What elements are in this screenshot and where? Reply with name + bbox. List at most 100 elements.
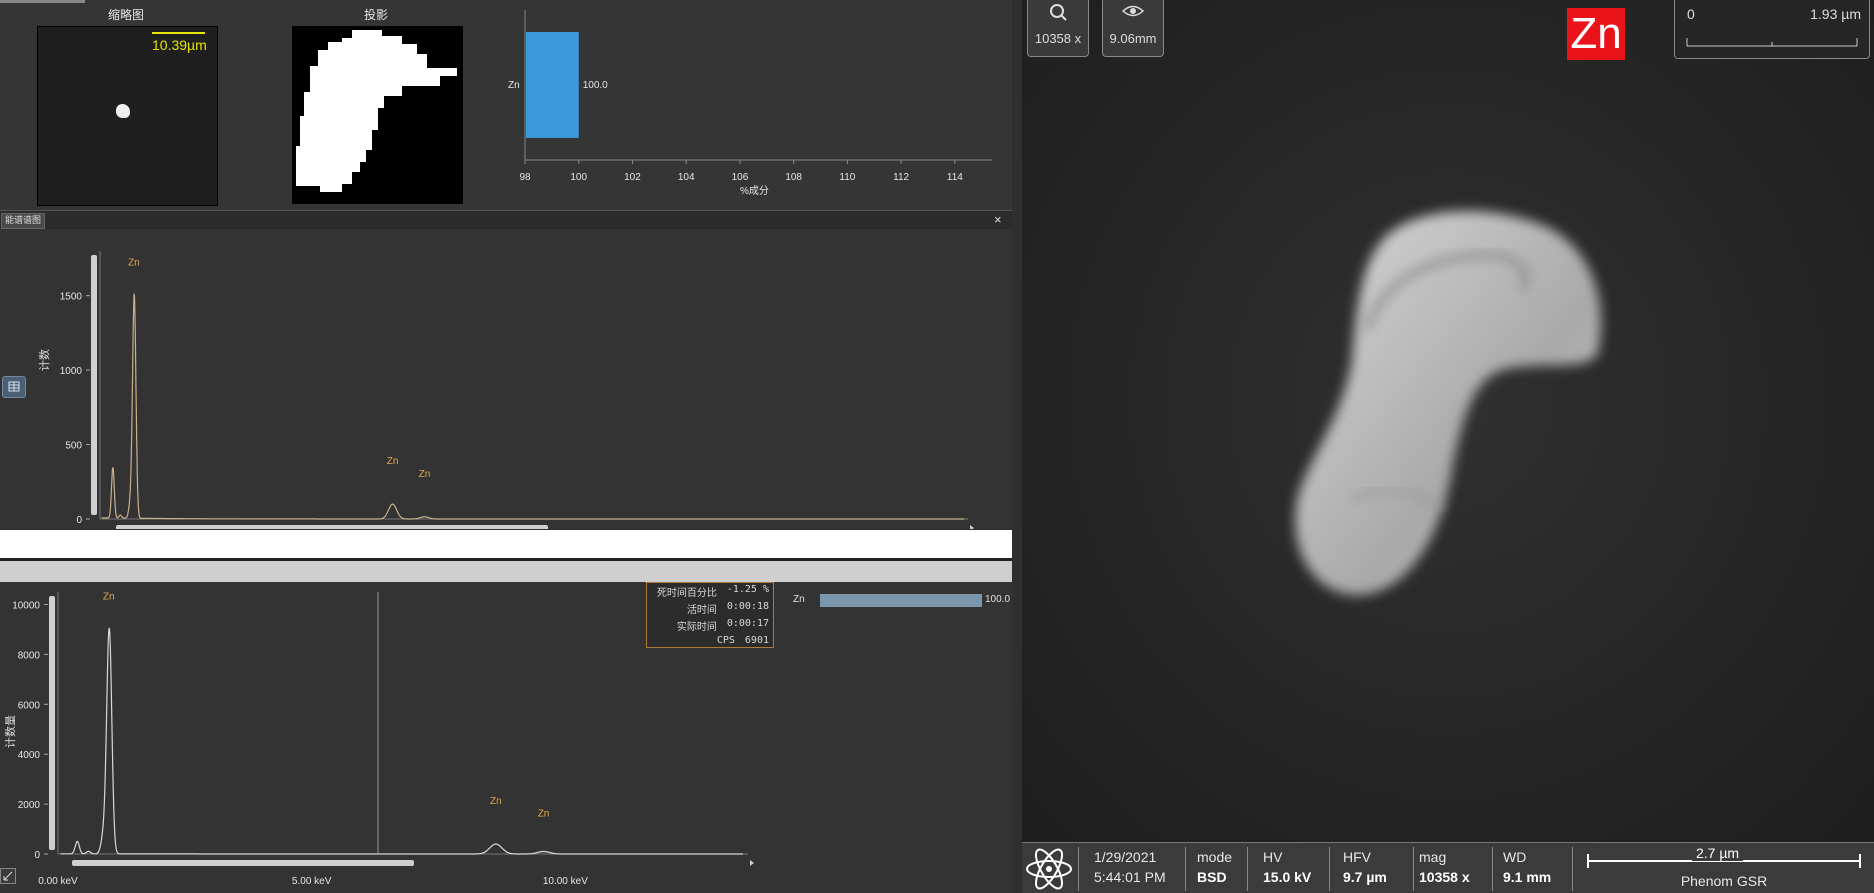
- live-spectrum-scroll-right-arrow[interactable]: [750, 860, 754, 866]
- footer-scalebar-label: 2.7 µm: [1692, 845, 1744, 861]
- element-bar-fill: [820, 594, 982, 607]
- hfv-field: HFV 9.7 µm: [1343, 849, 1387, 885]
- status-row: 死时间百分比 -1.25 %: [656, 584, 769, 599]
- tick-label: 102: [624, 172, 641, 183]
- working-distance-button[interactable]: 9.06mm: [1102, 0, 1164, 57]
- status-row: 活时间 0:00:18: [686, 601, 769, 616]
- thumbnail-title: 缩略图: [107, 8, 144, 22]
- sem-image: [1022, 0, 1874, 893]
- projection-shape: [296, 30, 457, 192]
- live-spectrum-header: [0, 558, 1012, 582]
- composition-chart: 98 100 102 104 106 108 110 112 114 Zn 100.0 %成分: [508, 10, 992, 197]
- mode-field: mode BSD: [1197, 849, 1233, 885]
- status-row: CPS 6901: [716, 635, 769, 646]
- tick-label: 114: [947, 172, 963, 183]
- live-spectrum-ytick-label: 0: [34, 850, 40, 861]
- eye-icon: [1121, 5, 1145, 17]
- tick-label: 104: [678, 172, 695, 183]
- thumbnail-scale-line: [152, 32, 205, 34]
- live-spectrum-xtick-label: 0.00 keV: [38, 876, 78, 887]
- spectrum-ytick-label: 500: [65, 441, 82, 452]
- magnification-value: 10358 x: [1034, 31, 1082, 46]
- separator: [1329, 847, 1330, 891]
- live-spectrum-xtick-label: 10.00 keV: [543, 876, 588, 887]
- live-spectrum-vertical-scrollbar[interactable]: [49, 596, 55, 850]
- projection-title: 投影: [363, 8, 388, 22]
- thumbnail-scale-label: 10.39µm: [152, 37, 207, 53]
- thumbnail-image[interactable]: 10.39µm: [37, 26, 218, 206]
- scale-indicator: 0 1.93 µm: [1674, 0, 1870, 59]
- atom-logo-icon: [1026, 848, 1072, 890]
- projection-image[interactable]: [292, 26, 463, 204]
- live-spectrum-ytick-label: 4000: [18, 750, 41, 761]
- hv-field: HV 15.0 kV: [1263, 849, 1312, 885]
- live-spectrum-ytick-label: 2000: [18, 800, 41, 811]
- mag-field: mag 10358 x: [1419, 849, 1470, 885]
- element-bar-value: 100.0: [985, 594, 1011, 605]
- spectrum-peak-label: Zn: [387, 456, 399, 467]
- spectrum-tab[interactable]: 能谱谱图: [1, 213, 46, 229]
- element-badge: Zn: [1567, 8, 1625, 60]
- wd-value: 9.06mm: [1109, 31, 1157, 46]
- tick-label: 100: [570, 172, 587, 183]
- expand-button[interactable]: [0, 868, 16, 884]
- tick-label: 110: [839, 172, 855, 183]
- live-spectrum-panel: 计数量 10000 8000 6000 4000 2000 0 0.00 keV 5.00 k…: [0, 558, 1012, 893]
- spectrum-panel: 能谱谱图 × 计数 1500100050000.00 keV5.00 keV10…: [0, 211, 1012, 529]
- element-bar-track: [820, 594, 982, 607]
- acquisition-date: 1/29/2021: [1094, 849, 1157, 865]
- brand-label: Phenom GSR: [1680, 873, 1768, 889]
- acquisition-status: 死时间百分比 -1.25 % 活时间 0:00:18 实际时间 0:00:17 CPS…: [646, 582, 774, 648]
- live-spectrum-ytick-label: 10000: [12, 600, 40, 611]
- spectrum-chart: 1500100050000.00 keV5.00 keV10.00 keVZnZ…: [60, 251, 974, 529]
- live-spectrum-horizontal-scrollbar[interactable]: [72, 860, 414, 866]
- tick-label: 98: [519, 172, 531, 183]
- spectrum-ytick-label: 1000: [60, 366, 83, 377]
- thumbnail-particle: [116, 104, 130, 118]
- tick-label: 106: [732, 172, 749, 183]
- spectrum-peak-label: Zn: [128, 258, 140, 269]
- composition-bar-zn[interactable]: [526, 32, 579, 138]
- wd-field: WD 9.1 mm: [1503, 849, 1552, 885]
- live-spectrum-peak-label: Zn: [538, 809, 550, 820]
- separator: [1413, 847, 1414, 891]
- composition-xlabel: %成分: [740, 185, 769, 197]
- separator: [1078, 847, 1079, 891]
- sem-info-bar: 1/29/2021 5:44:01 PM mode BSD HV 15.0 kV H…: [1022, 842, 1874, 893]
- scale-ruler: [1686, 38, 1858, 47]
- spectrum-vertical-scrollbar[interactable]: [91, 255, 97, 515]
- acquisition-datetime: 1/29/2021 5:44:01 PM: [1094, 847, 1166, 887]
- panel-gap: [0, 530, 1012, 558]
- spectrum-tab-bar: [0, 211, 1012, 229]
- spectrum-spectrum-line: [101, 293, 965, 520]
- sem-viewer[interactable]: 10358 x 9.06mm Zn 0 1.93 µm 1/29/2021 5:…: [1022, 0, 1874, 893]
- live-spectrum-peak-label: Zn: [490, 796, 502, 807]
- composition-element-label: Zn: [508, 80, 520, 91]
- spectrum-scroll-right-arrow[interactable]: [970, 525, 974, 529]
- separator: [1572, 847, 1573, 891]
- expand-icon: [3, 871, 13, 881]
- live-spectrum-xtick-label: 5.00 keV: [292, 876, 332, 887]
- acquisition-time: 5:44:01 PM: [1094, 869, 1166, 885]
- separator: [1247, 847, 1248, 891]
- spectrum-peak-label: Zn: [419, 469, 431, 480]
- live-spectrum-ytick-label: 6000: [18, 700, 41, 711]
- top-strip: [0, 0, 85, 3]
- separator: [1492, 847, 1493, 891]
- top-panel: 缩略图 10.39µm 投影 98 100 102 104 106 108 110 112 11…: [0, 0, 1012, 211]
- tick-label: 108: [785, 172, 802, 183]
- composition-value-label: 100.0: [583, 80, 608, 91]
- spectrum-ytick-label: 0: [76, 515, 82, 526]
- tick-label: 112: [893, 172, 909, 183]
- live-spectrum-ytick-label: 8000: [18, 650, 41, 661]
- status-row: 实际时间 0:00:17: [676, 618, 769, 633]
- separator: [1185, 847, 1186, 891]
- magnification-button[interactable]: 10358 x: [1027, 0, 1089, 57]
- live-spectrum-spectrum-line: [60, 627, 743, 855]
- spectrum-horizontal-scrollbar[interactable]: [116, 525, 548, 529]
- live-spectrum-peak-label: Zn: [103, 591, 115, 602]
- spectrum-close-button[interactable]: ×: [994, 212, 1002, 227]
- spectrum-ytick-label: 1500: [60, 292, 83, 303]
- element-bar-label: Zn: [793, 594, 805, 605]
- search-icon: [1050, 4, 1067, 21]
